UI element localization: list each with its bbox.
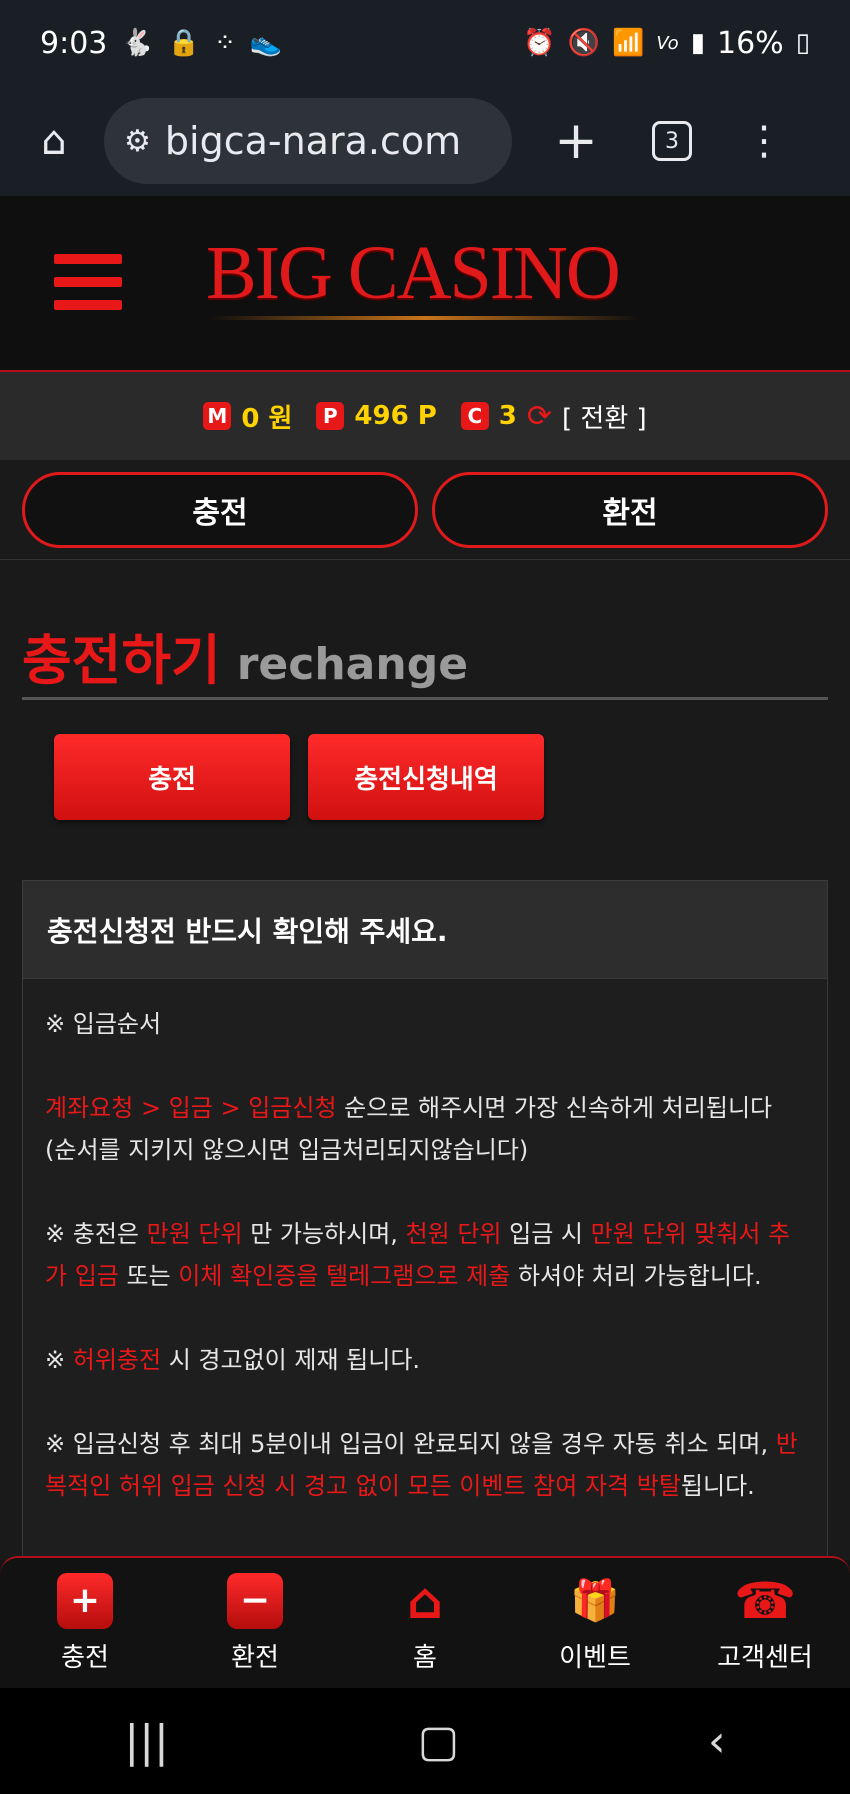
notice-text: 됩니다.	[680, 1472, 755, 1500]
notice-text: 시 경고없이 제재 됩니다.	[161, 1346, 421, 1374]
mute-icon: 🔇	[567, 28, 601, 58]
phone-icon: ☎	[733, 1571, 797, 1630]
nav-exchange[interactable]: − 환전	[175, 1572, 335, 1674]
lock-icon: 🔒	[167, 28, 201, 58]
new-tab-icon[interactable]: +	[546, 111, 606, 171]
notice-auto-cancel: ※ 입금신청 후 최대 5분이내 입금이 완료되지 않을 경우 자동 취소 되며…	[45, 1423, 805, 1507]
home-circle-icon[interactable]: ▢	[418, 1716, 460, 1767]
notice-order-steps: 계좌요청 > 입금 > 입금신청 순으로 해주시면 가장 신속하게 처리됩니다 (…	[45, 1087, 805, 1171]
house-icon: ⌂	[407, 1571, 443, 1630]
nav-label: 환전	[231, 1642, 279, 1673]
clock: 9:03	[40, 25, 108, 61]
action-row: 충전 환전	[0, 460, 850, 560]
notice-order-warning: (순서를 지키지 않으시면 입금처리되지않습니다)	[45, 1136, 529, 1164]
logo-underline	[210, 316, 640, 320]
notice-highlight: 천원 단위	[405, 1220, 502, 1248]
notice-text: ※ 충전은	[45, 1220, 147, 1248]
site-settings-icon[interactable]: ⚙	[124, 124, 151, 159]
coupon-badge-icon: C	[460, 402, 489, 430]
site-header: BIG CASINO	[0, 196, 850, 372]
address-bar[interactable]: ⚙ bigca-nara.com	[104, 98, 512, 184]
status-bar: 9:03 🐇 🔒 ⁘ 👟 ⏰ 🔇 📶 Vo ▮ 16% ▯	[0, 0, 850, 86]
battery-level: 16%	[717, 25, 784, 61]
charge-button[interactable]: 충전	[22, 472, 418, 548]
notice-order-rest: 순으로 해주시면 가장 신속하게 처리됩니다	[336, 1094, 773, 1122]
notice-body: ※ 입금순서 계좌요청 > 입금 > 입금신청 순으로 해주시면 가장 신속하게…	[23, 979, 827, 1573]
nav-charge[interactable]: + 충전	[5, 1572, 165, 1674]
notice-heading: 충전신청전 반드시 확인해 주세요.	[23, 881, 827, 979]
nav-label: 고객센터	[717, 1642, 813, 1673]
notice-deposit-order: ※ 입금순서	[45, 1010, 162, 1038]
page-title: 충전하기 rechange	[22, 616, 828, 700]
page-title-english: rechange	[236, 639, 469, 690]
notice-order-red: 계좌요청 > 입금 > 입금신청	[45, 1094, 337, 1122]
bottom-nav: + 충전 − 환전 ⌂ 홈 🎁 이벤트 ☎ 고객센터	[0, 1556, 850, 1688]
nav-home[interactable]: ⌂ 홈	[345, 1571, 505, 1674]
alarm-icon: ⏰	[523, 28, 556, 58]
page-title-korean: 충전하기	[22, 629, 221, 692]
coupon-value: 3	[498, 401, 517, 431]
tab-charge-history[interactable]: 충전신청내역	[308, 734, 544, 820]
back-icon[interactable]: ‹	[708, 1716, 726, 1767]
tab-switcher-button[interactable]: 3	[652, 121, 692, 161]
dots-icon: ⁘	[214, 28, 236, 58]
battery-icon: ▯	[795, 28, 810, 58]
notice-highlight: 허위충전	[72, 1346, 162, 1374]
gift-icon: 🎁	[570, 1578, 620, 1624]
status-left: 9:03 🐇 🔒 ⁘ 👟	[40, 26, 282, 61]
switch-link[interactable]: [ 전환 ]	[562, 398, 647, 435]
signal-icon: ▮	[690, 28, 705, 58]
nav-support[interactable]: ☎ 고객센터	[685, 1571, 845, 1674]
browser-toolbar: ⌂ ⚙ bigca-nara.com + 3 ⋮	[0, 86, 850, 196]
notice-box: 충전신청전 반드시 확인해 주세요. ※ 입금순서 계좌요청 > 입금 > 입금…	[22, 880, 828, 1580]
nav-label: 충전	[61, 1642, 109, 1673]
volte-icon: Vo	[656, 32, 679, 54]
notice-text: 입금 시	[501, 1220, 591, 1248]
nav-event[interactable]: 🎁 이벤트	[515, 1573, 675, 1674]
system-nav-bar: ||| ▢ ‹	[0, 1688, 850, 1794]
nav-label: 이벤트	[559, 1642, 631, 1673]
nav-label: 홈	[413, 1642, 437, 1673]
wifi-icon: 📶	[612, 28, 645, 58]
notice-highlight: 만원 단위	[146, 1220, 243, 1248]
money-badge-icon: M	[203, 402, 232, 430]
shoe-icon: 👟	[249, 28, 283, 58]
notice-text: 하셔야 처리 가능합니다.	[510, 1262, 762, 1290]
notice-text: ※ 입금신청 후 최대 5분이내 입금이 완료되지 않을 경우 자동 취소 되며…	[45, 1430, 776, 1458]
point-value: 496 P	[354, 401, 437, 431]
tab-count: 3	[665, 128, 679, 154]
notice-text: 만 가능하시며,	[242, 1220, 406, 1248]
home-icon[interactable]: ⌂	[24, 111, 84, 171]
point-badge-icon: P	[316, 402, 345, 430]
money-value: 0 원	[241, 403, 293, 434]
rabbit-icon: 🐇	[121, 28, 154, 58]
hamburger-menu-icon[interactable]	[54, 254, 122, 310]
recent-apps-icon[interactable]: |||	[124, 1716, 168, 1767]
main-content: 충전하기 rechange 충전 충전신청내역 충전신청전 반드시 확인해 주세…	[0, 560, 850, 1580]
plus-icon: +	[57, 1572, 113, 1629]
notice-text: ※	[45, 1346, 73, 1374]
notice-text: 또는	[118, 1262, 179, 1290]
notice-highlight: 이체 확인증을 텔레그램으로 제출	[178, 1262, 511, 1290]
exchange-button[interactable]: 환전	[432, 472, 828, 548]
points-bar: M 0 원 P 496 P C 3 ⟳ [ 전환 ]	[0, 372, 850, 460]
notice-unit-rule: ※ 충전은 만원 단위 만 가능하시며, 천원 단위 입금 시 만원 단위 맞춰…	[45, 1213, 805, 1297]
refresh-icon[interactable]: ⟳	[527, 399, 552, 434]
status-right: ⏰ 🔇 📶 Vo ▮ 16% ▯	[523, 26, 810, 61]
site-logo[interactable]: BIG CASINO	[206, 230, 621, 317]
tab-charge[interactable]: 충전	[54, 734, 290, 820]
minus-icon: −	[227, 1572, 283, 1629]
notice-false-charge: ※ 허위충전 시 경고없이 제재 됩니다.	[45, 1339, 805, 1381]
url-text: bigca-nara.com	[164, 119, 462, 163]
more-menu-icon[interactable]: ⋮	[744, 121, 784, 161]
